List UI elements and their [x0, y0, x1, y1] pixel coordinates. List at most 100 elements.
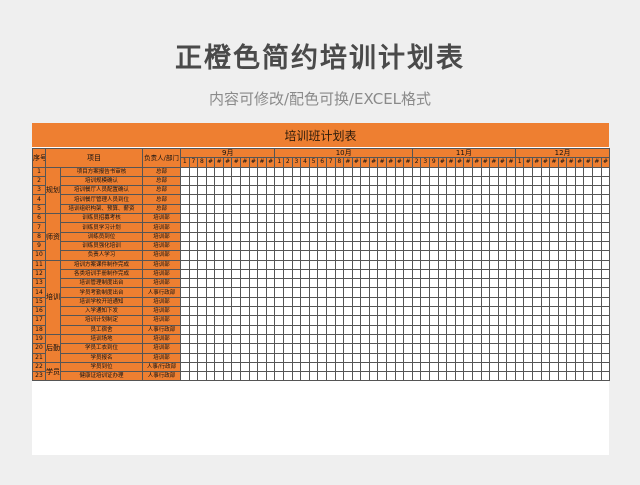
- day-header: 2: [411, 157, 422, 168]
- schedule-cell: [454, 185, 465, 196]
- schedule-cell: [343, 175, 353, 187]
- schedule-cell: [403, 343, 413, 354]
- owner-dept: 人事行政部: [142, 371, 181, 382]
- schedule-cell: [291, 213, 302, 224]
- schedule-cell: [446, 333, 456, 345]
- schedule-cell: [600, 361, 611, 373]
- schedule-cell: [240, 296, 250, 308]
- schedule-cell: [429, 324, 439, 335]
- owner-dept: 培训部: [142, 315, 181, 326]
- schedule-cell: [489, 222, 499, 233]
- schedule-cell: [489, 259, 499, 270]
- schedule-cell: [411, 240, 422, 252]
- schedule-cell: [334, 371, 345, 382]
- schedule-cell: [506, 231, 516, 242]
- schedule-cell: [222, 333, 233, 345]
- schedule-cell: [300, 175, 310, 187]
- schedule-cell: [437, 278, 448, 289]
- schedule-cell: [403, 296, 413, 308]
- schedule-cell: [514, 343, 525, 354]
- schedule-cell: [351, 333, 362, 345]
- schedule-cell: [514, 222, 525, 233]
- day-header: #: [205, 157, 216, 168]
- table-row: 6 师资 训练员招募考核 培训部: [32, 213, 611, 261]
- schedule-cell: [291, 175, 302, 187]
- task-name: 学员报名: [60, 352, 143, 363]
- schedule-cell: [188, 166, 199, 177]
- schedule-cell: [463, 166, 473, 177]
- schedule-cell: [394, 268, 405, 280]
- schedule-cell: [592, 259, 602, 270]
- schedule-cell: [489, 240, 499, 252]
- row-number: 8: [32, 231, 46, 242]
- schedule-cell: [446, 278, 456, 289]
- day-header: #: [540, 157, 551, 168]
- schedule-cell: [480, 306, 491, 317]
- schedule-cell: [454, 259, 465, 270]
- schedule-cell: [583, 278, 594, 289]
- row-number: 5: [32, 203, 46, 215]
- schedule-cell: [180, 324, 190, 335]
- schedule-cell: [592, 222, 602, 233]
- schedule-cell: [463, 231, 473, 242]
- schedule-cell: [325, 231, 336, 242]
- schedule-cell: [497, 175, 508, 187]
- schedule-cell: [317, 268, 327, 280]
- row-number: 21: [32, 352, 46, 363]
- schedule-cell: [368, 203, 379, 215]
- schedule-cell: [437, 306, 448, 317]
- schedule-cell: [454, 268, 465, 280]
- schedule-cell: [532, 268, 542, 280]
- schedule-cell: [403, 371, 413, 382]
- schedule-cell: [574, 175, 585, 187]
- schedule-cell: [557, 361, 568, 373]
- schedule-cell: [489, 296, 499, 308]
- page-title: 正橙色简约培训计划表: [175, 43, 465, 74]
- schedule-cell: [197, 231, 207, 242]
- schedule-cell: [480, 194, 491, 205]
- schedule-cell: [188, 287, 199, 298]
- schedule-cell: [532, 222, 542, 233]
- schedule-cell: [446, 268, 456, 280]
- schedule-cell: [463, 203, 473, 215]
- schedule-cell: [385, 296, 396, 308]
- schedule-cell: [317, 231, 327, 242]
- schedule-cell: [360, 306, 370, 317]
- schedule-cell: [360, 185, 370, 196]
- schedule-cell: [205, 296, 216, 308]
- schedule-cell: [566, 222, 576, 233]
- schedule-cell: [368, 231, 379, 242]
- schedule-cell: [188, 343, 199, 354]
- schedule-cell: [463, 324, 473, 335]
- schedule-cell: [506, 213, 516, 224]
- schedule-cell: [557, 194, 568, 205]
- schedule-cell: [454, 324, 465, 335]
- schedule-cell: [600, 296, 611, 308]
- schedule-cell: [497, 259, 508, 270]
- owner-dept: 培训部: [142, 306, 181, 317]
- schedule-cell: [557, 166, 568, 177]
- schedule-cell: [343, 333, 353, 345]
- schedule-cell: [523, 250, 533, 261]
- schedule-cell: [343, 203, 353, 215]
- schedule-cell: [523, 315, 533, 326]
- schedule-cell: [463, 222, 473, 233]
- schedule-cell: [377, 296, 387, 308]
- page-subtitle: 内容可修改/配色可换/EXCEL格式: [208, 90, 432, 108]
- schedule-cell: [454, 315, 465, 326]
- schedule-cell: [214, 240, 224, 252]
- schedule-cell: [231, 343, 242, 354]
- schedule-cell: [454, 194, 465, 205]
- table-row: 12 各类培训手册制作完成 培训部: [32, 268, 611, 280]
- schedule-cell: [334, 222, 345, 233]
- schedule-cell: [574, 371, 585, 382]
- schedule-cell: [180, 278, 190, 289]
- schedule-cell: [549, 240, 559, 252]
- schedule-cell: [265, 185, 276, 196]
- schedule-cell: [540, 306, 551, 317]
- schedule-cell: [283, 240, 293, 252]
- schedule-cell: [454, 203, 465, 215]
- schedule-cell: [549, 175, 559, 187]
- schedule-cell: [566, 194, 576, 205]
- schedule-cell: [532, 343, 542, 354]
